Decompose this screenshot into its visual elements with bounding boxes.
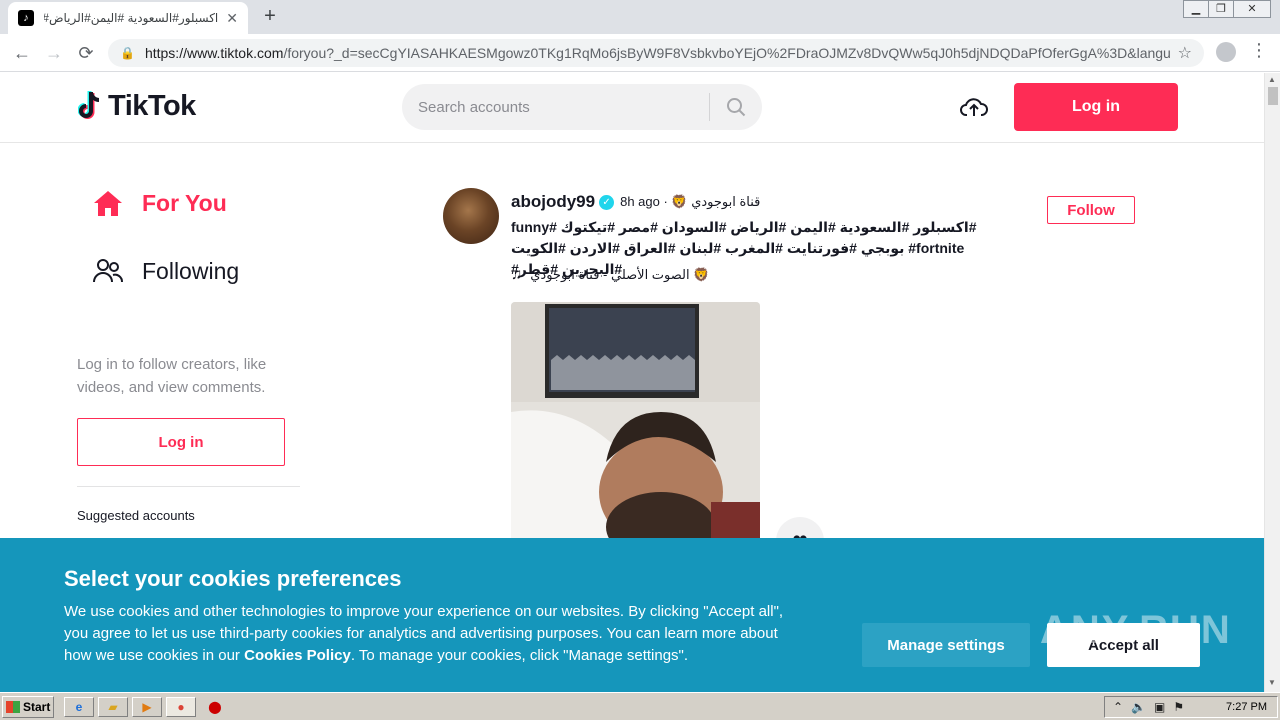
clock[interactable]: 7:27 PM: [1226, 701, 1267, 713]
cookies-policy-link[interactable]: Cookies Policy: [244, 647, 351, 664]
page-viewport: TikTok Search accounts Log in For You Fo…: [0, 73, 1264, 692]
address-bar[interactable]: 🔒 https://www.tiktok.com/foryou?_d=secCg…: [108, 39, 1204, 67]
sidebar-divider: [77, 486, 300, 487]
sidebar-item-following[interactable]: Following: [92, 257, 239, 285]
tiktok-logo[interactable]: TikTok: [78, 89, 196, 123]
browser-menu-icon[interactable]: ⋮: [1250, 40, 1268, 61]
sidebar-item-label: For You: [142, 189, 227, 216]
sidebar-login-button[interactable]: Log in: [77, 418, 285, 466]
header-login-button[interactable]: Log in: [1014, 83, 1178, 131]
tiktok-icon: ♪: [18, 10, 34, 26]
home-icon: [94, 191, 122, 216]
search-icon[interactable]: [710, 97, 762, 117]
screen: ♪ اكسبلور#السعودية #اليمن#الرياض# ✕ + ▁ …: [0, 0, 1280, 720]
anyrun-watermark: ANY.RUN: [1040, 608, 1232, 652]
restore-button[interactable]: ❐: [1208, 0, 1234, 18]
ie-icon[interactable]: e: [64, 697, 94, 717]
new-tab-button[interactable]: +: [258, 5, 282, 29]
volume-icon[interactable]: 🔈: [1131, 700, 1146, 714]
post-music[interactable]: ♫ الصوت الأصلي - قناة ابوجودي 🦁: [511, 266, 709, 283]
users-icon: [93, 259, 123, 283]
url-text[interactable]: https://www.tiktok.com/foryou?_d=secCgYI…: [145, 45, 1170, 61]
post-video[interactable]: [511, 302, 760, 562]
upload-cloud-icon[interactable]: [960, 95, 988, 119]
action-center-flag-icon[interactable]: ⚑: [1173, 700, 1184, 714]
network-icon[interactable]: ▣: [1154, 700, 1165, 714]
system-tray: ⌃ 🔈 ▣ ⚑ 7:27 PM: [1104, 696, 1278, 718]
tab-title: اكسبلور#السعودية #اليمن#الرياض#: [44, 11, 219, 25]
chrome-icon[interactable]: ●: [166, 697, 196, 717]
post-meta: قناة ابوجودي 🦁 · 8h ago: [620, 194, 761, 209]
scroll-up-icon[interactable]: ▲: [1268, 75, 1276, 84]
windows-logo-icon: [6, 701, 20, 713]
logo-text: TikTok: [108, 89, 196, 122]
post-header: abojody99 ✓ قناة ابوجودي 🦁 · 8h ago: [511, 192, 760, 212]
tab-strip: ♪ اكسبلور#السعودية #اليمن#الرياض# ✕ + ▁ …: [0, 0, 1280, 34]
video-thumbnail: [511, 302, 760, 562]
post-author-avatar[interactable]: [443, 188, 499, 244]
browser-tab[interactable]: ♪ اكسبلور#السعودية #اليمن#الرياض# ✕: [8, 2, 248, 34]
lock-icon: 🔒: [120, 46, 135, 60]
search-box[interactable]: Search accounts: [402, 84, 762, 130]
bookmark-star-icon[interactable]: ☆: [1178, 43, 1192, 63]
page-scrollbar[interactable]: ▲ ▼: [1264, 73, 1280, 692]
forward-button[interactable]: →: [42, 41, 66, 65]
browser-toolbar: ← → ⟳ 🔒 https://www.tiktok.com/foryou?_d…: [0, 34, 1280, 72]
tiktok-logo-icon: [78, 91, 100, 119]
music-note-icon: ♫: [511, 266, 523, 283]
search-input[interactable]: Search accounts: [402, 99, 709, 116]
music-title: الصوت الأصلي - قناة ابوجودي 🦁: [530, 266, 710, 282]
close-tab-icon[interactable]: ✕: [226, 10, 238, 27]
media-player-icon[interactable]: ▶: [132, 697, 162, 717]
tray-expand-icon[interactable]: ⌃: [1113, 700, 1123, 714]
post-username[interactable]: abojody99: [511, 192, 595, 212]
stop-icon[interactable]: ⬤: [200, 697, 230, 717]
scrollbar-thumb[interactable]: [1268, 87, 1278, 105]
minimize-button[interactable]: ▁: [1183, 0, 1209, 18]
windows-taskbar: Start e ▰ ▶ ● ⬤ ⌃ 🔈 ▣ ⚑ 7:27 PM: [0, 692, 1280, 720]
follow-button[interactable]: Follow: [1047, 196, 1135, 224]
reload-button[interactable]: ⟳: [74, 41, 98, 65]
scroll-down-icon[interactable]: ▼: [1268, 678, 1276, 687]
profile-avatar-icon[interactable]: [1216, 42, 1236, 62]
site-header: TikTok Search accounts Log in: [0, 73, 1264, 143]
close-window-button[interactable]: ✕: [1233, 0, 1271, 18]
suggested-accounts-heading: Suggested accounts: [77, 508, 195, 523]
sidebar-item-label: Following: [142, 257, 240, 284]
cookie-title: Select your cookies preferences: [64, 566, 402, 591]
back-button[interactable]: ←: [10, 41, 34, 65]
cookie-text: We use cookies and other technologies to…: [64, 603, 784, 664]
cookie-banner: Select your cookies preferences We use c…: [0, 538, 1264, 692]
manage-settings-button[interactable]: Manage settings: [862, 623, 1030, 667]
folder-icon[interactable]: ▰: [98, 697, 128, 717]
verified-badge-icon: ✓: [599, 194, 615, 210]
login-prompt: Log in to follow creators, like videos, …: [77, 356, 267, 396]
sidebar-item-for-you[interactable]: For You: [92, 189, 227, 217]
start-button[interactable]: Start: [2, 696, 54, 718]
